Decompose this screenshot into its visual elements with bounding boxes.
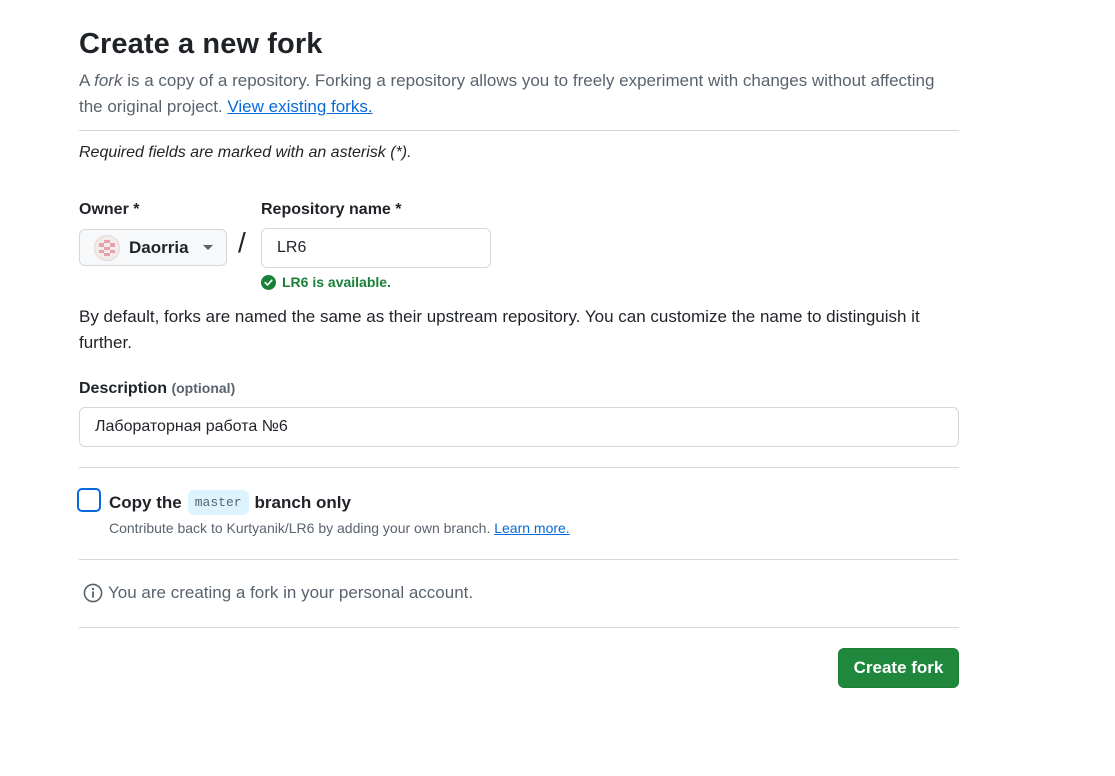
copy-branch-checkbox[interactable] <box>77 488 101 512</box>
repo-name-label: Repository name * <box>261 201 402 218</box>
copy-branch-suffix: branch only <box>254 492 351 512</box>
owner-repo-separator: / <box>238 227 246 258</box>
create-fork-button[interactable]: Create fork <box>838 648 959 688</box>
optional-hint: (optional) <box>171 380 236 396</box>
owner-dropdown[interactable]: Daorria <box>79 229 227 266</box>
divider <box>79 130 959 131</box>
page-lead: A fork is a copy of a repository. Forkin… <box>79 68 959 120</box>
copy-branch-label[interactable]: Copy the master branch only <box>109 490 351 515</box>
notice-text: You are creating a fork in your personal… <box>108 583 474 602</box>
view-existing-forks-link[interactable]: View existing forks. <box>227 97 372 116</box>
divider <box>79 559 959 560</box>
check-circle-icon <box>261 274 276 290</box>
divider <box>79 627 959 628</box>
repo-name-input[interactable]: LR6 <box>261 228 491 268</box>
copy-branch-prefix: Copy the <box>109 492 182 512</box>
fork-name-help: By default, forks are named the same as … <box>79 307 920 352</box>
learn-more-link[interactable]: Learn more. <box>494 520 569 536</box>
description-label: Description (optional) <box>79 380 235 398</box>
page-title: Create a new fork <box>79 28 323 60</box>
avatar <box>94 234 120 261</box>
personal-account-notice: You are creating a fork in your personal… <box>83 583 473 603</box>
chevron-down-icon <box>202 245 213 250</box>
branch-name-badge: master <box>187 490 249 515</box>
lead-text: is a copy of a repository. Forking a rep… <box>79 71 935 116</box>
copy-branch-description: Contribute back to Kurtyanik/LR6 by addi… <box>109 520 570 536</box>
divider <box>79 467 959 468</box>
lead-prefix: A <box>79 71 95 90</box>
info-icon <box>83 583 103 603</box>
required-fields-note: Required fields are marked with an aster… <box>79 144 412 161</box>
copy-branch-sub-text: Contribute back to Kurtyanik/LR6 by addi… <box>109 520 495 536</box>
description-input[interactable]: Лабораторная работа №6 <box>79 407 959 447</box>
lead-fork-word: fork <box>94 71 123 90</box>
availability-text: LR6 is available. <box>282 274 391 290</box>
owner-name: Daorria <box>129 237 189 257</box>
description-label-text: Description <box>79 380 168 397</box>
owner-label: Owner * <box>79 201 140 218</box>
availability-status: LR6 is available. <box>261 274 391 290</box>
